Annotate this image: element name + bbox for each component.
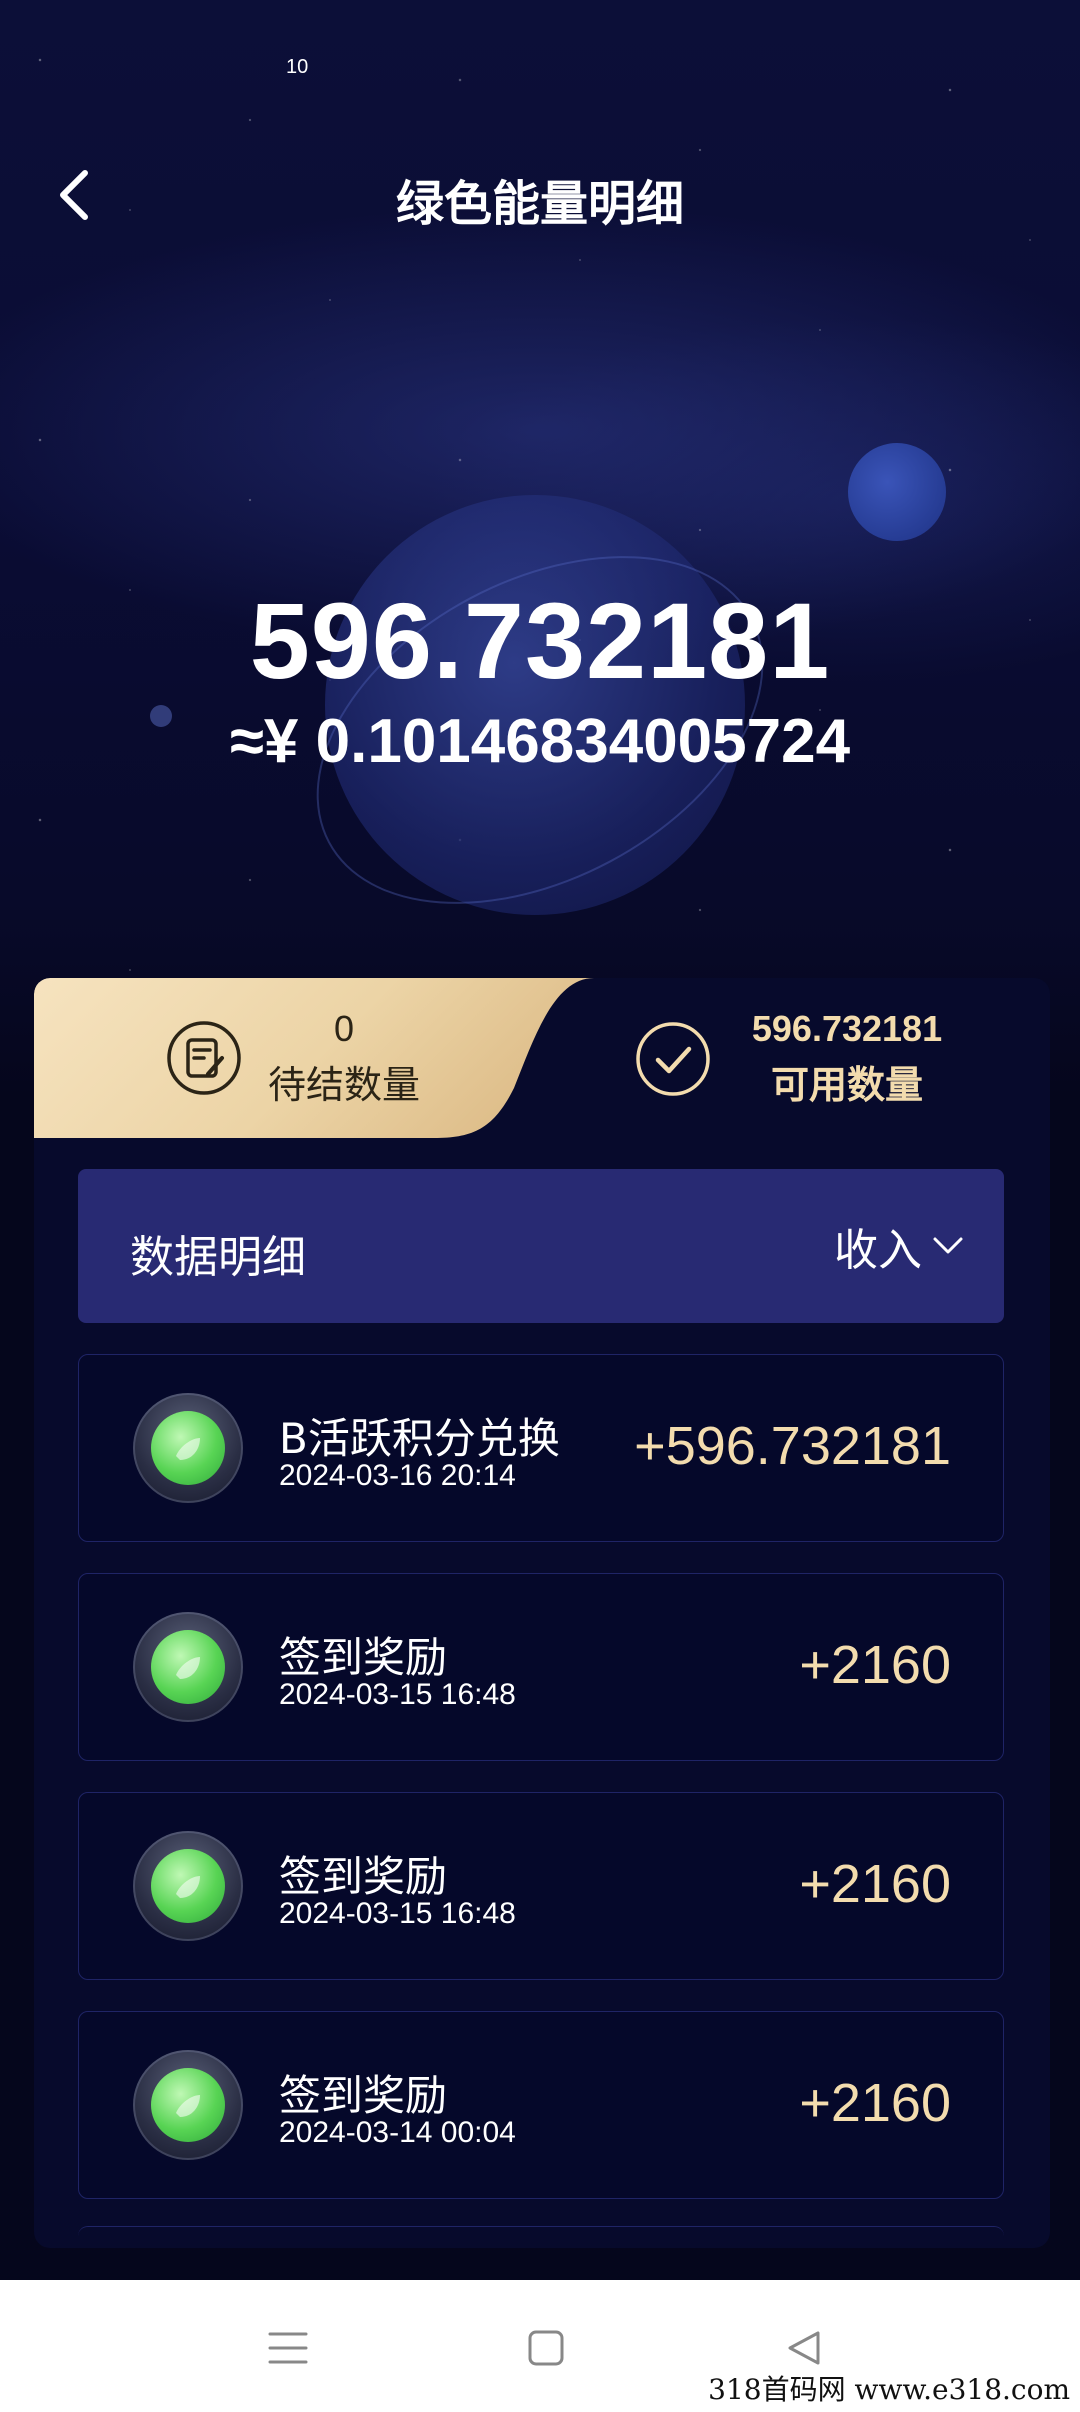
main-card: 0 待结数量 596.732181 可用数量 数据明细 收入 B活跃积分兑换 2… [34,978,1050,2248]
record-date: 2024-03-15 16:48 [279,1897,516,1930]
check-circle-icon [636,1022,710,1096]
record-date: 2024-03-14 00:04 [279,2116,516,2149]
filter-value: 收入 [834,1225,922,1276]
energy-coin-icon [133,1831,243,1941]
small-planet [848,443,946,541]
record-amount: +596.732181 [634,1416,951,1476]
status-bar: 10 [0,0,1080,120]
balance-cny-value: ≈¥ 0.10146834005724 [229,707,851,776]
record-title: B活跃积分兑换 [279,1414,560,1463]
chevron-down-icon [933,1237,963,1254]
pending-label: 待结数量 [267,1063,420,1107]
nav-menu-button[interactable] [248,2308,328,2388]
back-triangle-icon [788,2331,820,2365]
record-date: 2024-03-15 16:48 [279,1678,516,1711]
system-nav-bar: 318首码网 www.e318.com [0,2280,1080,2412]
status-badge: 10 [286,56,309,78]
tab-available[interactable]: 596.732181 可用数量 [594,978,1050,1138]
filter-select[interactable]: 收入 [834,1211,964,1281]
energy-coin-icon [133,1612,243,1722]
list-item[interactable]: 签到奖励 2024-03-15 16:48 +2160 [78,1573,1004,1761]
section-header: 数据明细 收入 [78,1169,1004,1323]
record-amount: +2160 [799,1635,951,1695]
tab-pending[interactable]: 0 待结数量 [34,978,594,1138]
record-date: 2024-03-16 20:14 [279,1459,516,1492]
menu-icon [268,2332,308,2364]
available-label: 可用数量 [770,1063,923,1107]
available-count: 596.732181 [751,1008,943,1049]
nav-home-button[interactable] [506,2308,586,2388]
section-title: 数据明细 [130,1232,306,1283]
record-amount: +2160 [799,2073,951,2133]
balance-amount: 596.732181 [249,580,831,701]
list-item[interactable]: 签到奖励 2024-03-14 00:04 +2160 [78,2011,1004,2199]
record-amount: +2160 [799,1854,951,1914]
watermark-text: 318首码网 www.e318.com [708,2373,1070,2406]
record-title: 签到奖励 [279,2071,448,2120]
record-title: 签到奖励 [279,1852,448,1901]
pending-count: 0 [333,1008,355,1049]
list-item[interactable]: B活跃积分兑换 2024-03-16 20:14 +596.732181 [78,1354,1004,1542]
list-item-partial [78,2226,1004,2248]
list-item[interactable]: 签到奖励 2024-03-15 16:48 +2160 [78,1792,1004,1980]
record-title: 签到奖励 [279,1633,448,1682]
page-title: 绿色能量明细 [395,176,684,232]
energy-coin-icon [133,1393,243,1503]
document-edit-icon [166,1020,242,1096]
home-square-icon [528,2330,564,2366]
energy-coin-icon [133,2050,243,2160]
